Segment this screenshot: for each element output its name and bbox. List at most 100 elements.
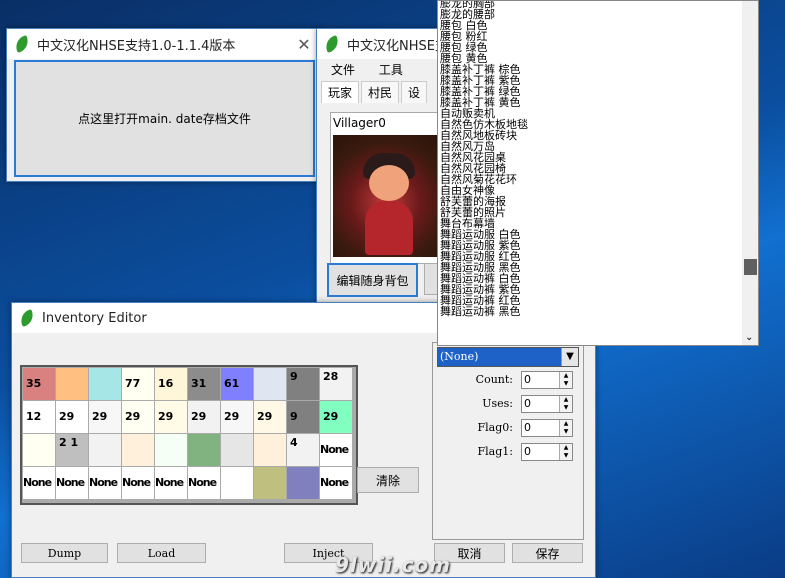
slot-label: None — [89, 476, 118, 489]
slot-label: 29 — [224, 410, 240, 423]
inventory-slot[interactable]: None — [320, 467, 352, 499]
tab-settings[interactable]: 设 — [401, 81, 428, 103]
inventory-slot[interactable] — [188, 434, 220, 466]
tab-player[interactable]: 玩家 — [321, 81, 360, 103]
inventory-slot[interactable]: 29 — [188, 401, 220, 433]
inventory-slot[interactable] — [155, 434, 187, 466]
count-input[interactable]: 0 ▲ ▼ — [521, 371, 573, 389]
inventory-slot[interactable]: 12 — [23, 401, 55, 433]
slot-label: None — [320, 443, 349, 456]
uses-input[interactable]: 0 ▲ ▼ — [521, 395, 573, 413]
inventory-slot[interactable]: 29 — [254, 401, 286, 433]
inventory-slot[interactable] — [221, 434, 253, 466]
flag0-input[interactable]: 0 ▲ ▼ — [521, 419, 573, 437]
inventory-slot[interactable]: None — [320, 434, 352, 466]
inventory-slot[interactable] — [56, 368, 88, 400]
inventory-slot[interactable]: 31 — [188, 368, 220, 400]
flag1-label: Flag1: — [477, 445, 513, 458]
villager-name: Villager0 — [333, 116, 386, 130]
inventory-slot[interactable]: None — [56, 467, 88, 499]
inventory-slot[interactable]: 9 — [287, 368, 319, 400]
title-bar: 中文汉化NHSE支持1.0-1.1.4版本 ✕ — [7, 29, 319, 59]
slot-label: 9 — [290, 410, 298, 423]
leaf-icon — [323, 35, 341, 53]
inventory-slot[interactable] — [254, 368, 286, 400]
spin-arrows-icon[interactable]: ▲ ▼ — [559, 372, 572, 388]
spin-arrows-icon[interactable]: ▲ ▼ — [559, 396, 572, 412]
dump-button[interactable]: Dump — [21, 543, 108, 563]
inventory-slot[interactable] — [122, 434, 154, 466]
villager-face — [369, 165, 409, 201]
inventory-slot[interactable] — [23, 434, 55, 466]
inventory-slot[interactable]: 4 — [287, 434, 319, 466]
inventory-slot[interactable] — [287, 467, 319, 499]
inventory-slot[interactable]: 9 — [287, 401, 319, 433]
slot-label: 61 — [224, 377, 240, 390]
window-title: 中文汉化NHSE支 — [347, 38, 448, 54]
inventory-slot[interactable] — [89, 368, 121, 400]
menu-file[interactable]: 文件 — [331, 63, 355, 77]
inventory-slot[interactable]: 29 — [56, 401, 88, 433]
inventory-slot[interactable]: 16 — [155, 368, 187, 400]
window-title: Inventory Editor — [42, 310, 147, 326]
inventory-slot[interactable]: None — [89, 467, 121, 499]
menu-tools[interactable]: 工具 — [379, 63, 403, 77]
open-save-file-button[interactable]: 点这里打开main. date存档文件 — [14, 60, 315, 177]
inventory-slot[interactable]: 29 — [221, 401, 253, 433]
inventory-slot[interactable]: 28 — [320, 368, 352, 400]
inventory-slot[interactable]: 29 — [89, 401, 121, 433]
slot-label: None — [56, 476, 85, 489]
spin-arrows-icon[interactable]: ▲ ▼ — [559, 420, 572, 436]
flag1-input[interactable]: 0 ▲ ▼ — [521, 443, 573, 461]
slot-label: 28 — [323, 370, 339, 383]
chevron-down-icon[interactable]: ▼ — [561, 348, 578, 366]
slot-label: 35 — [26, 377, 42, 390]
inventory-slot[interactable]: None — [122, 467, 154, 499]
villager-portrait — [333, 135, 439, 257]
inventory-slot[interactable]: None — [188, 467, 220, 499]
save-button[interactable]: 保存 — [512, 543, 583, 563]
item-select-value: (None) — [438, 348, 562, 366]
slot-label: 77 — [125, 377, 141, 390]
inventory-slot[interactable]: 29 — [320, 401, 352, 433]
inventory-slot[interactable] — [254, 434, 286, 466]
inventory-slot[interactable]: None — [23, 467, 55, 499]
inventory-slot[interactable] — [254, 467, 286, 499]
item-select[interactable]: (None) ▼ — [437, 347, 579, 367]
slot-label: 16 — [158, 377, 174, 390]
slot-label: None — [320, 476, 349, 489]
count-label: Count: — [475, 373, 513, 386]
slot-label: None — [122, 476, 151, 489]
inventory-slot[interactable]: None — [155, 467, 187, 499]
scrollbar[interactable]: ⌄ — [742, 1, 758, 345]
edit-bag-button[interactable]: 编辑随身背包 — [327, 263, 418, 297]
slot-label: None — [188, 476, 217, 489]
inventory-slot[interactable]: 29 — [122, 401, 154, 433]
leaf-icon — [13, 35, 31, 53]
slot-label: 9 — [290, 370, 298, 383]
slot-label: 4 — [290, 436, 298, 449]
slot-label: None — [155, 476, 184, 489]
inventory-slot[interactable] — [221, 467, 253, 499]
item-dropdown-list[interactable]: 膨龙的胸部 膨龙的腰部 腰包 白色 腰包 粉红 腰包 绿色 腰包 黄色 膝盖补丁裤 棕色 膝盖… — [437, 0, 759, 346]
inventory-slot[interactable]: 29 — [155, 401, 187, 433]
slot-label: 29 — [125, 410, 141, 423]
list-item[interactable]: 舞蹈运动裤 黑色 — [438, 306, 758, 317]
inventory-slot[interactable]: 2 1 — [56, 434, 88, 466]
load-button[interactable]: Load — [117, 543, 206, 563]
item-properties-panel: (None) ▼ Count: 0 ▲ ▼ Uses: 0 ▲ ▼ Flag0: 0 ▲ ▼… — [432, 342, 584, 540]
slot-label: 2 1 — [59, 436, 79, 449]
inventory-slot[interactable]: 61 — [221, 368, 253, 400]
slot-label: 29 — [92, 410, 108, 423]
spin-arrows-icon[interactable]: ▲ ▼ — [559, 444, 572, 460]
scrollbar-thumb[interactable] — [744, 259, 757, 275]
inventory-slot[interactable]: 35 — [23, 368, 55, 400]
slot-label: 31 — [191, 377, 207, 390]
slot-label: 29 — [191, 410, 207, 423]
close-icon[interactable]: ✕ — [289, 35, 319, 54]
inventory-slot[interactable] — [89, 434, 121, 466]
tab-villagers[interactable]: 村民 — [361, 81, 400, 103]
clear-button[interactable]: 清除 — [357, 467, 419, 493]
inventory-slot[interactable]: 77 — [122, 368, 154, 400]
chevron-down-icon[interactable]: ⌄ — [745, 332, 753, 343]
